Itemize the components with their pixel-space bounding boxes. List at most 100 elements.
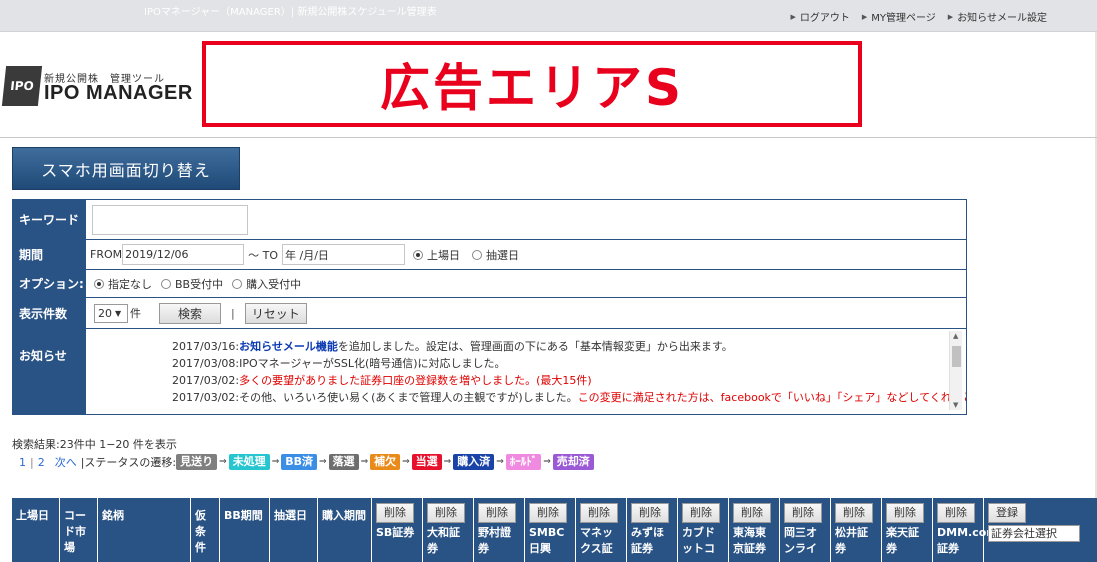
delete-button[interactable]: 削除 bbox=[784, 503, 822, 523]
radio-option-purchase[interactable] bbox=[232, 278, 243, 289]
delete-button[interactable]: 削除 bbox=[529, 503, 567, 523]
keyword-label: キーワード bbox=[13, 200, 86, 239]
delete-button[interactable]: 削除 bbox=[682, 503, 720, 523]
mail-settings-link[interactable]: ▶ お知らせメール設定 bbox=[948, 9, 1047, 25]
top-nav: ▶ ログアウト ▶ MY管理ページ ▶ お知らせメール設定 bbox=[790, 9, 1047, 25]
mobile-view-button[interactable]: スマホ用画面切り替え bbox=[12, 147, 240, 190]
arrow-icon: ▶ bbox=[861, 12, 868, 21]
delete-button[interactable]: 削除 bbox=[631, 503, 669, 523]
delete-button[interactable]: 削除 bbox=[376, 503, 414, 523]
dropdown-arrow-icon: ▼ bbox=[115, 308, 122, 318]
arrow-right-icon: ⇒ bbox=[496, 457, 504, 467]
page-1[interactable]: 1 bbox=[19, 456, 26, 469]
notice-box[interactable]: 2017/03/16:お知らせメール機能を追加しました。設定は、管理画面の下にあ… bbox=[86, 329, 966, 414]
broker-name: 東海東京証券 bbox=[733, 526, 766, 555]
status-chip: BB済 bbox=[281, 454, 318, 470]
status-chip: 当選 bbox=[411, 454, 442, 470]
col-listing-date: 上場日 bbox=[12, 498, 60, 562]
site-tagline: IPOマネージャー（MANAGER）| 新規公開株スケジュール管理表 bbox=[144, 7, 437, 18]
col-broker: 削除 SMBC日興 bbox=[525, 498, 576, 562]
ad-text: 広告エリアS bbox=[379, 59, 684, 117]
broker-columns: 削除 SB証券 削除 大和証券 削除 野村證券 削除 SMBC日興 削除 マネックス証 削除 みずほ証… bbox=[372, 498, 998, 562]
col-broker: 削除 野村證券 bbox=[474, 498, 525, 562]
count-select[interactable]: 20 ▼ bbox=[94, 303, 128, 323]
notice-item: 2017/03/16:お知らせメール機能を追加しました。設定は、管理画面の下にあ… bbox=[172, 340, 733, 353]
delete-button[interactable]: 削除 bbox=[478, 503, 516, 523]
arrow-right-icon: ⇒ bbox=[271, 457, 280, 467]
page-separator: | bbox=[30, 455, 34, 469]
status-chip: 補欠 bbox=[370, 454, 401, 470]
page-2[interactable]: 2 bbox=[38, 456, 45, 469]
status-chip: 見送り bbox=[176, 454, 218, 470]
notice-list: 2017/03/16:お知らせメール機能を追加しました。設定は、管理画面の下にあ… bbox=[172, 338, 966, 406]
notice-scrollbar[interactable]: ▲ ▼ bbox=[949, 331, 962, 410]
radio-option-purchase-label: 購入受付中 bbox=[246, 277, 302, 291]
radio-listing-date[interactable] bbox=[413, 249, 423, 260]
status-chips: 見送り ⇒ 未処理 ⇒ BB済 ⇒ 落選 ⇒ 補欠 ⇒ 当選 ⇒ 購入済 ⇒ ﾎｰﾙﾄﾞ ⇒ 売却済 bbox=[176, 454, 594, 470]
delete-button[interactable]: 削除 bbox=[580, 503, 618, 523]
my-page-link[interactable]: ▶ MY管理ページ bbox=[861, 9, 936, 25]
broker-name: 楽天証券 bbox=[886, 526, 919, 555]
arrow-right-icon: ⇒ bbox=[443, 457, 452, 467]
status-chip: 売却済 bbox=[552, 454, 594, 470]
radio-option-none-label: 指定なし bbox=[108, 277, 152, 291]
notice-label: お知らせ bbox=[13, 329, 86, 414]
keyword-row: キーワード bbox=[13, 200, 966, 240]
broker-name: SB証券 bbox=[376, 526, 415, 539]
radio-option-bb[interactable] bbox=[161, 278, 171, 289]
broker-select[interactable]: 証券会社選択 bbox=[988, 525, 1080, 542]
status-chip: ﾎｰﾙﾄﾞ bbox=[505, 454, 542, 470]
logo-title: IPO MANAGER bbox=[44, 82, 193, 104]
broker-name: 大和証券 bbox=[427, 526, 460, 555]
reset-button[interactable]: リセット bbox=[244, 302, 307, 324]
notice-row: お知らせ 2017/03/16:お知らせメール機能を追加しました。設定は、管理画… bbox=[13, 329, 966, 414]
col-broker: 削除 松井証券 bbox=[831, 498, 882, 562]
scroll-up-icon[interactable]: ▲ bbox=[953, 332, 958, 340]
delete-button[interactable]: 削除 bbox=[733, 503, 771, 523]
top-bar: IPOマネージャー（MANAGER）| 新規公開株スケジュール管理表 ▶ ログアウ… bbox=[0, 0, 1097, 32]
next-page-link[interactable]: 次へ bbox=[55, 454, 77, 470]
col-broker: 削除 SB証券 bbox=[372, 498, 423, 562]
site-logo[interactable]: IPO 新規公開株 管理ツール IPO MANAGER bbox=[1, 62, 194, 110]
period-row: 期間 FROM 2019/12/06 ～ TO 年 /月/日 上場日 抽選日 bbox=[13, 240, 966, 270]
col-broker: 削除 大和証券 bbox=[423, 498, 474, 562]
keyword-input[interactable] bbox=[92, 204, 248, 235]
col-broker: 削除 岡三オンライ bbox=[780, 498, 831, 562]
broker-name: マネックス証 bbox=[580, 526, 613, 555]
count-label: 表示件数 bbox=[13, 298, 86, 328]
radio-option-none[interactable] bbox=[94, 278, 104, 289]
delete-button[interactable]: 削除 bbox=[427, 503, 465, 523]
broker-name: 岡三オンライ bbox=[784, 526, 817, 555]
radio-lottery-date-label: 抽選日 bbox=[486, 248, 519, 262]
result-table-header: 上場日 コード市場 銘柄 仮条件 BB期間 抽選日 購入期間 削除 SB証券 削除大… bbox=[12, 498, 1097, 562]
col-name: 銘柄 bbox=[98, 498, 191, 562]
arrow-right-icon: ⇒ bbox=[402, 457, 410, 467]
to-date-input[interactable]: 年 /月/日 bbox=[282, 244, 405, 265]
status-chip: 未処理 bbox=[228, 454, 270, 470]
broker-name: 松井証券 bbox=[835, 526, 868, 555]
col-broker: 削除 マネックス証 bbox=[576, 498, 627, 562]
ad-area: 広告エリアS bbox=[202, 41, 862, 127]
scroll-down-icon[interactable]: ▼ bbox=[953, 401, 958, 409]
delete-button[interactable]: 削除 bbox=[886, 503, 924, 523]
status-chip: 購入済 bbox=[453, 454, 495, 470]
col-broker: 削除 東海東京証券 bbox=[729, 498, 780, 562]
header-divider bbox=[0, 137, 1097, 138]
status-flow-label: |ステータスの遷移: bbox=[80, 456, 177, 469]
delete-button[interactable]: 削除 bbox=[937, 503, 975, 523]
radio-option-bb-label: BB受付中 bbox=[175, 277, 224, 291]
radio-lottery-date[interactable] bbox=[472, 249, 482, 260]
arrow-right-icon: ⇒ bbox=[543, 457, 551, 467]
logout-link[interactable]: ▶ ログアウト bbox=[790, 9, 849, 25]
register-button[interactable]: 登録 bbox=[988, 503, 1026, 523]
col-broker: 削除 みずほ証券 bbox=[627, 498, 678, 562]
from-date-input[interactable]: 2019/12/06 bbox=[122, 244, 245, 265]
scroll-thumb[interactable] bbox=[952, 346, 961, 367]
broker-name: SMBC日興 bbox=[529, 526, 565, 555]
col-broker: 削除 DMM.com証券 bbox=[933, 498, 998, 562]
search-button[interactable]: 検索 bbox=[159, 302, 221, 324]
mail-feature-link[interactable]: お知らせメール機能 bbox=[239, 340, 338, 353]
col-bb-period: BB期間 bbox=[220, 498, 270, 562]
col-broker: 削除 カブドットコ bbox=[678, 498, 729, 562]
delete-button[interactable]: 削除 bbox=[835, 503, 873, 523]
